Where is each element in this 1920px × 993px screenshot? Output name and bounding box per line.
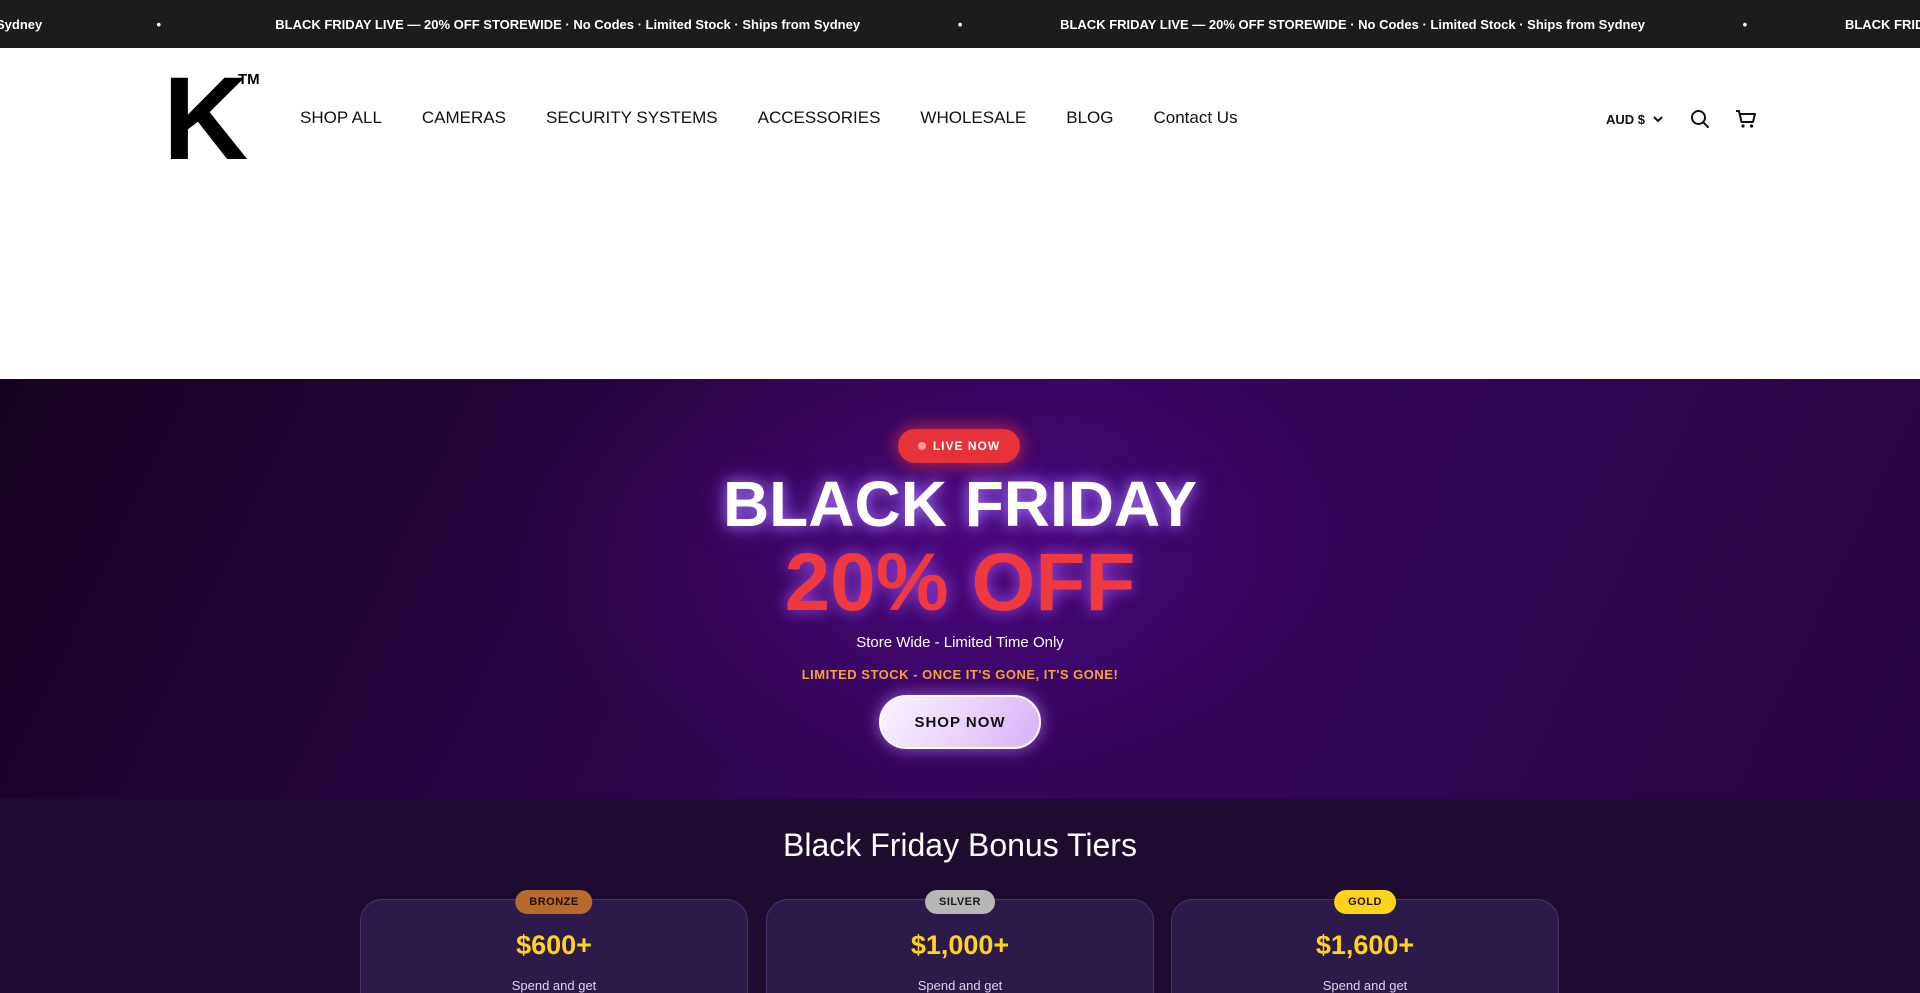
live-now-badge: LIVE NOW	[898, 429, 1020, 463]
tier-description: Spend and get	[1322, 978, 1408, 993]
ticker-track: Sydney • BLACK FRIDAY LIVE — 20% OFF STO…	[0, 0, 1920, 48]
nav-shop-all[interactable]: SHOP ALL	[300, 108, 382, 128]
tier-badge: SILVER	[925, 890, 995, 914]
live-dot-icon	[917, 442, 926, 450]
hero-title: BLACK FRIDAY	[722, 468, 1198, 540]
ticker-partial-text: Sydney	[0, 16, 43, 32]
announcement-ticker: Sydney • BLACK FRIDAY LIVE — 20% OFF STO…	[0, 0, 1920, 48]
tier-card-silver[interactable]: SILVER $1,000+ Spend and get	[766, 890, 1154, 993]
tier-badge: GOLD	[1334, 890, 1396, 914]
ticker-message: BLACK FRIDAY LIVE — 20% OFF STOREWIDE · …	[275, 16, 861, 32]
ticker-separator: •	[1742, 16, 1748, 32]
tier-amount: $1,600+	[1315, 930, 1415, 960]
bonus-tiers-section: Black Friday Bonus Tiers BRONZE $600+ Sp…	[0, 799, 1920, 993]
ticker-separator: •	[156, 16, 162, 32]
nav-contact-us[interactable]: Contact Us	[1153, 108, 1237, 128]
hero-stock-note: LIMITED STOCK - ONCE IT'S GONE, IT'S GON…	[801, 667, 1119, 682]
header-actions: AUD $	[1606, 106, 1759, 132]
main-nav: SHOP ALL CAMERAS SECURITY SYSTEMS ACCESS…	[300, 108, 1238, 128]
currency-selector[interactable]: AUD $	[1606, 112, 1663, 127]
site-header: K TM SHOP ALL CAMERAS SECURITY SYSTEMS A…	[0, 48, 1920, 378]
ticker-separator: •	[957, 16, 963, 32]
ticker-message: BLACK FRIDAY LIVE — 20% OFF STOREWIDE · …	[1060, 16, 1645, 32]
search-button[interactable]	[1687, 106, 1713, 132]
shop-now-button[interactable]: SHOP NOW	[879, 695, 1041, 749]
nav-accessories[interactable]: ACCESSORIES	[758, 108, 881, 128]
chevron-down-icon	[1653, 115, 1663, 122]
brand-logo[interactable]: K TM	[163, 60, 263, 178]
logo-letter: K	[163, 53, 248, 185]
currency-label: AUD $	[1606, 111, 1646, 127]
tiers-title: Black Friday Bonus Tiers	[783, 827, 1137, 863]
tier-amount: $600+	[516, 930, 592, 960]
nav-wholesale[interactable]: WHOLESALE	[920, 108, 1026, 128]
tier-amount: $1,000+	[910, 930, 1010, 960]
nav-blog[interactable]: BLOG	[1066, 108, 1113, 128]
search-icon	[1691, 110, 1710, 128]
logo-trademark: TM	[238, 71, 260, 88]
hero-discount: 20% OFF	[784, 537, 1136, 628]
live-now-label: LIVE NOW	[932, 439, 1001, 453]
hero-tagline: Store Wide - Limited Time Only	[856, 634, 1064, 651]
nav-cameras[interactable]: CAMERAS	[422, 108, 506, 128]
nav-security-systems[interactable]: SECURITY SYSTEMS	[546, 108, 718, 128]
cart-icon	[1736, 110, 1757, 128]
tier-badge: BRONZE	[515, 890, 593, 914]
tier-description: Spend and get	[917, 978, 1003, 993]
tier-card-bronze[interactable]: BRONZE $600+ Spend and get	[360, 890, 748, 993]
ticker-message-partial: BLACK FRIDAY LIVE — 20% OFF	[1844, 16, 1920, 32]
tier-description: Spend and get	[511, 978, 597, 993]
tier-card-gold[interactable]: GOLD $1,600+ Spend and get	[1171, 890, 1559, 993]
hero-banner: LIVE NOW BLACK FRIDAY 20% OFF Store Wide…	[0, 379, 1920, 799]
cart-button[interactable]	[1733, 106, 1759, 132]
